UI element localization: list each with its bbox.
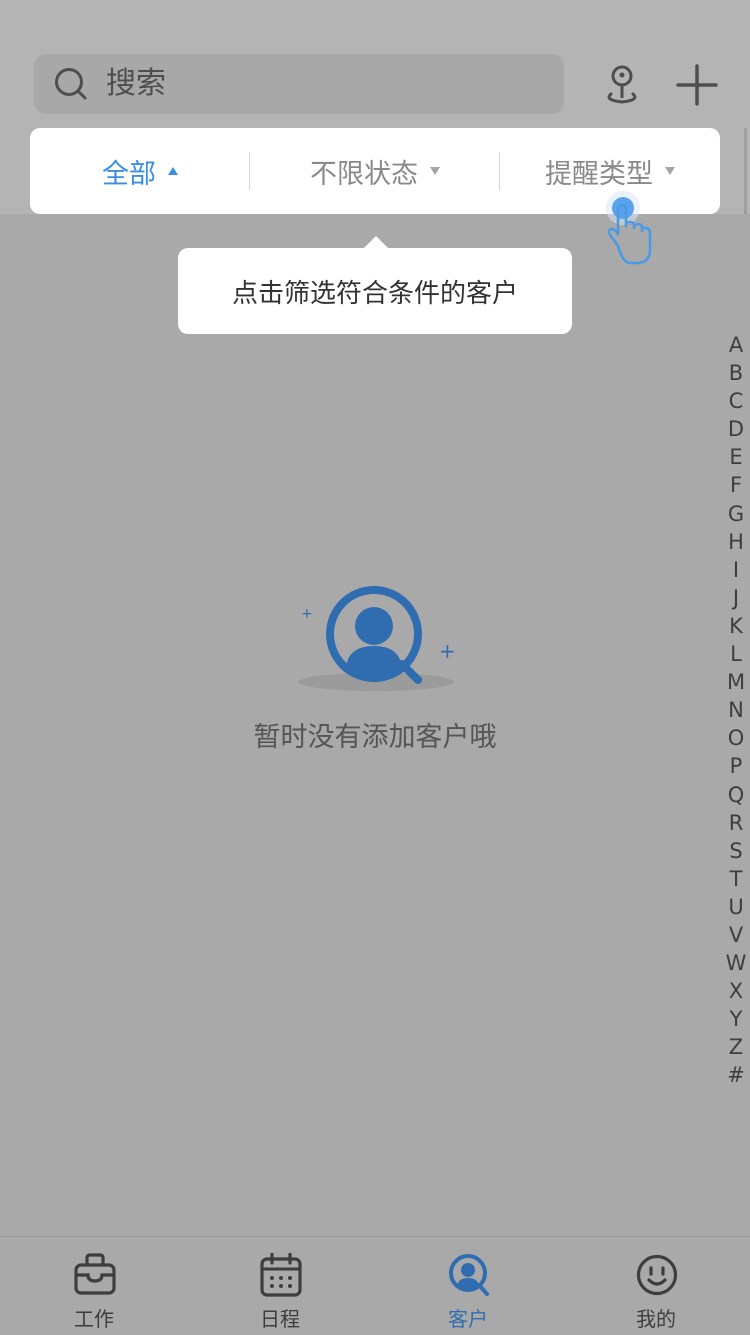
tab-customers-label: 客户 <box>448 1307 488 1331</box>
index-letter[interactable]: E <box>722 443 750 471</box>
index-letter[interactable]: Z <box>722 1033 750 1061</box>
index-letter[interactable]: V <box>722 921 750 949</box>
tooltip-text: 点击筛选符合条件的客户 <box>231 278 518 309</box>
scroll-indicator <box>744 128 747 214</box>
briefcase-icon <box>74 1253 116 1295</box>
tab-mine-label: 我的 <box>636 1307 676 1331</box>
index-letter[interactable]: R <box>722 809 750 837</box>
index-letter[interactable]: S <box>722 837 750 865</box>
filter-reminder-label: 提醒类型 <box>545 158 653 190</box>
calendar-icon <box>260 1253 302 1297</box>
empty-state-message: 暂时没有添加客户哦 <box>253 722 497 753</box>
search-icon <box>55 68 87 100</box>
index-letter[interactable]: J <box>722 584 750 612</box>
tooltip-arrow <box>364 236 388 248</box>
index-letter[interactable]: T <box>722 865 750 893</box>
index-letter[interactable]: X <box>722 977 750 1005</box>
tab-schedule[interactable]: 日程 <box>230 1237 330 1335</box>
search-placeholder: 搜索 <box>106 66 166 101</box>
bottom-tab-bar: 工作 日程 客户 我的 <box>0 1236 750 1335</box>
index-letter[interactable]: A <box>722 331 750 359</box>
index-letter[interactable]: K <box>722 612 750 640</box>
filter-all[interactable]: 全部 <box>30 128 250 214</box>
caret-down-icon <box>665 167 675 175</box>
filter-status[interactable]: 不限状态 <box>250 128 500 214</box>
tap-hand-icon <box>606 191 652 265</box>
map-location-icon[interactable] <box>600 62 644 108</box>
index-letter[interactable]: F <box>722 471 750 499</box>
index-letter[interactable]: W <box>722 949 750 977</box>
tab-schedule-label: 日程 <box>260 1307 300 1331</box>
caret-up-icon <box>168 167 178 175</box>
index-letter[interactable]: M <box>722 668 750 696</box>
tab-mine[interactable]: 我的 <box>606 1237 706 1335</box>
index-letter[interactable]: B <box>722 359 750 387</box>
svg-text:+: + <box>439 639 456 663</box>
filter-status-label: 不限状态 <box>310 158 418 190</box>
tab-work-label: 工作 <box>74 1307 114 1331</box>
index-letter[interactable]: C <box>722 387 750 415</box>
smiley-icon <box>636 1254 678 1296</box>
tab-customers[interactable]: 客户 <box>418 1237 518 1335</box>
filter-all-label: 全部 <box>102 158 156 190</box>
index-letter[interactable]: # <box>722 1061 750 1089</box>
empty-customer-illustration: + + <box>298 586 456 691</box>
caret-down-icon <box>430 167 440 175</box>
tab-work[interactable]: 工作 <box>44 1237 144 1335</box>
index-letter[interactable]: Q <box>722 781 750 809</box>
alphabet-index: A B C D E F G H I J K L M N O P Q R S T U V W X Y Z # <box>722 331 750 1090</box>
index-letter[interactable]: I <box>722 556 750 584</box>
search-bar[interactable]: 搜索 <box>34 54 564 114</box>
index-letter[interactable]: P <box>722 752 750 780</box>
index-letter[interactable]: D <box>722 415 750 443</box>
index-letter[interactable]: G <box>722 500 750 528</box>
customer-icon <box>449 1254 489 1296</box>
add-icon[interactable] <box>676 64 718 106</box>
index-letter[interactable]: H <box>722 528 750 556</box>
filter-tooltip: 点击筛选符合条件的客户 <box>178 248 572 334</box>
index-letter[interactable]: U <box>722 893 750 921</box>
index-letter[interactable]: L <box>722 640 750 668</box>
index-letter[interactable]: Y <box>722 1005 750 1033</box>
svg-text:+: + <box>301 606 313 622</box>
